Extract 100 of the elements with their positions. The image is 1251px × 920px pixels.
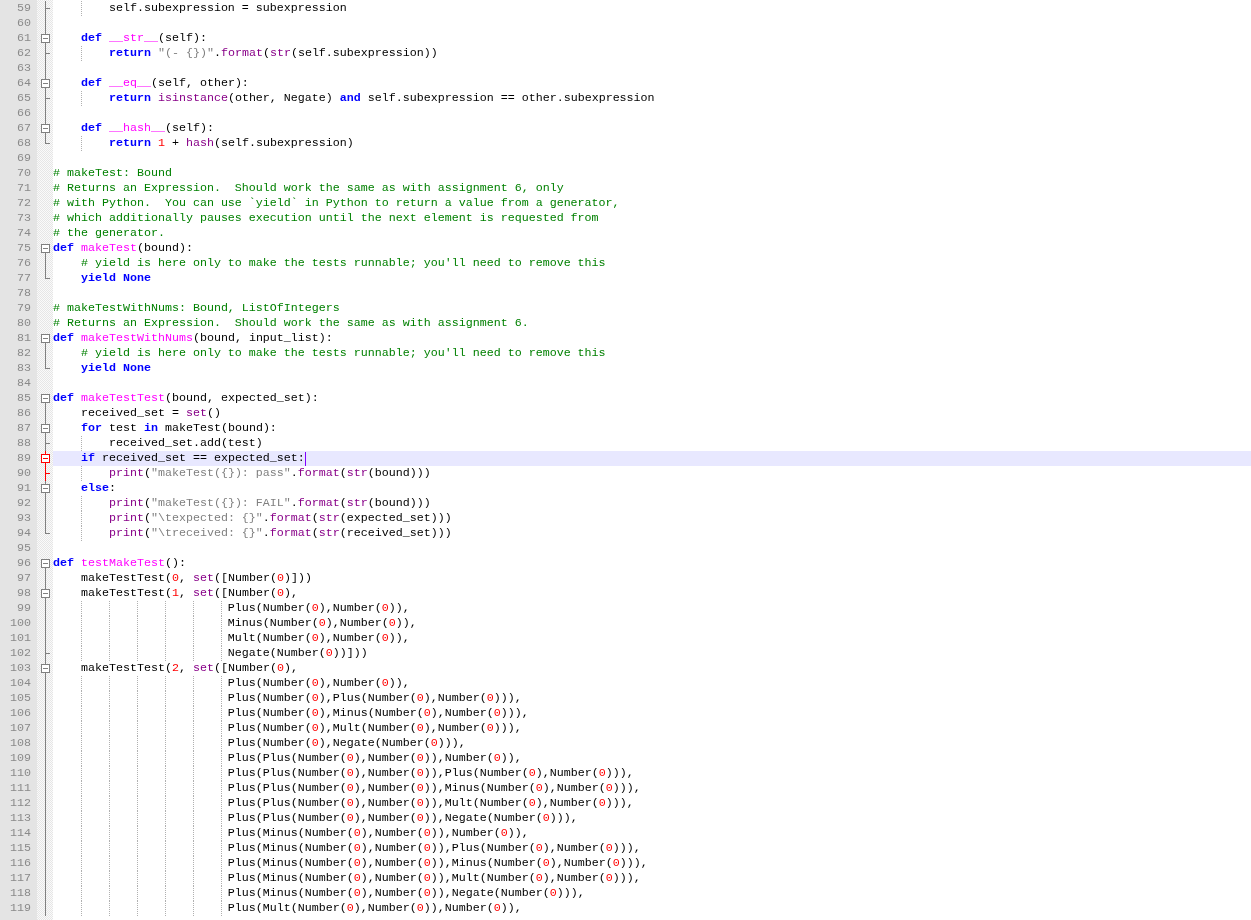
code-line: def __eq__(self, other):: [79, 76, 249, 91]
line-number: 105: [9, 691, 32, 706]
code-line: return isinstance(other, Negate) and self.subexpression == other.subexpression: [107, 91, 655, 106]
line-number: 101: [9, 631, 32, 646]
line-number: 102: [9, 646, 32, 661]
line-number: 98: [16, 586, 32, 601]
code-line: Plus(Number(0),Negate(Number(0))),: [226, 736, 466, 751]
code-line: self.subexpression = subexpression: [107, 1, 347, 16]
line-number: 116: [9, 856, 32, 871]
line-number: 77: [16, 271, 32, 286]
line-number: 83: [16, 361, 32, 376]
line-number: 104: [9, 676, 32, 691]
code-line: # Returns an Expression. Should work the same as with assignment 6.: [53, 316, 529, 331]
code-line: return "(- {})".format(str(self.subexpression)): [107, 46, 438, 61]
line-number: 68: [16, 136, 32, 151]
code-line: Plus(Minus(Number(0),Number(0)),Negate(Number(0))),: [226, 886, 585, 901]
code-line: yield None: [79, 361, 151, 376]
line-number: 114: [9, 826, 32, 841]
line-number: 97: [16, 571, 32, 586]
line-number: 81: [16, 331, 32, 346]
code-line: makeTestTest(0, set([Number(0)])): [79, 571, 312, 586]
line-number: 96: [16, 556, 32, 571]
code-line: makeTestTest(1, set([Number(0),: [79, 586, 298, 601]
line-number: 86: [16, 406, 32, 421]
line-number: 84: [16, 376, 32, 391]
fold-toggle-icon[interactable]: [41, 421, 50, 436]
line-number: 72: [16, 196, 32, 211]
line-number: 118: [9, 886, 32, 901]
fold-toggle-icon[interactable]: [41, 31, 50, 46]
line-number: 62: [16, 46, 32, 61]
fold-toggle-icon[interactable]: [41, 331, 50, 346]
line-number: 95: [16, 541, 32, 556]
code-line: Minus(Number(0),Number(0)),: [226, 616, 417, 631]
line-number: 113: [9, 811, 32, 826]
code-line: Plus(Plus(Number(0),Number(0)),Mult(Number(0),Number(0))),: [226, 796, 634, 811]
code-line: Plus(Minus(Number(0),Number(0)),Number(0)),: [226, 826, 529, 841]
line-number: 76: [16, 256, 32, 271]
line-number: 59: [16, 1, 32, 16]
line-number: 61: [16, 31, 32, 46]
line-number: 75: [16, 241, 32, 256]
line-number: 103: [9, 661, 32, 676]
code-line: Plus(Minus(Number(0),Number(0)),Mult(Number(0),Number(0))),: [226, 871, 641, 886]
code-line: Plus(Number(0),Minus(Number(0),Number(0))),: [226, 706, 529, 721]
line-number: 94: [16, 526, 32, 541]
line-number: 63: [16, 61, 32, 76]
line-number: 65: [16, 91, 32, 106]
line-number: 109: [9, 751, 32, 766]
line-number: 74: [16, 226, 32, 241]
code-line: print("makeTest({}): pass".format(str(bound))): [107, 466, 431, 481]
code-line: print("\texpected: {}".format(str(expected_set))): [107, 511, 452, 526]
line-number: 64: [16, 76, 32, 91]
line-number: 71: [16, 181, 32, 196]
fold-toggle-icon[interactable]: [41, 391, 50, 406]
fold-toggle-icon[interactable]: [41, 661, 50, 676]
code-line: # Returns an Expression. Should work the same as with assignment 6, only: [53, 181, 564, 196]
code-line: # yield is here only to make the tests runnable; you'll need to remove this: [79, 256, 606, 271]
code-line: Plus(Minus(Number(0),Number(0)),Minus(Number(0),Number(0))),: [226, 856, 648, 871]
code-line: received_set = set(): [79, 406, 221, 421]
line-number: 107: [9, 721, 32, 736]
code-line: def __hash__(self):: [79, 121, 214, 136]
line-number: 88: [16, 436, 32, 451]
line-number: 78: [16, 286, 32, 301]
code-line: Plus(Number(0),Mult(Number(0),Number(0))),: [226, 721, 522, 736]
fold-toggle-icon[interactable]: [41, 481, 50, 496]
code-line: return 1 + hash(self.subexpression): [107, 136, 354, 151]
line-number: 73: [16, 211, 32, 226]
line-number: 85: [16, 391, 32, 406]
code-line: def makeTestWithNums(bound, input_list):: [53, 331, 333, 346]
line-number: 108: [9, 736, 32, 751]
code-line: Negate(Number(0))])): [226, 646, 368, 661]
code-line: Plus(Plus(Number(0),Number(0)),Plus(Number(0),Number(0))),: [226, 766, 634, 781]
line-number: 87: [16, 421, 32, 436]
fold-toggle-icon[interactable]: [41, 241, 50, 256]
line-number: 67: [16, 121, 32, 136]
fold-toggle-icon[interactable]: [41, 586, 50, 601]
fold-toggle-icon[interactable]: [41, 121, 50, 136]
line-number: 100: [9, 616, 32, 631]
code-line: # with Python. You can use `yield` in Python to return a value from a generator,: [53, 196, 620, 211]
line-number: 91: [16, 481, 32, 496]
code-line: # yield is here only to make the tests runnable; you'll need to remove this: [79, 346, 606, 361]
code-line: Plus(Number(0),Number(0)),: [226, 676, 410, 691]
line-number: 119: [9, 901, 32, 916]
fold-toggle-icon[interactable]: [41, 451, 50, 466]
line-number: 111: [9, 781, 32, 796]
line-number: 106: [9, 706, 32, 721]
code-line: print("makeTest({}): FAIL".format(str(bound))): [107, 496, 431, 511]
code-line: # makeTestWithNums: Bound, ListOfIntegers: [53, 301, 340, 316]
code-line: Plus(Plus(Number(0),Number(0)),Negate(Number(0))),: [226, 811, 578, 826]
code-line: for test in makeTest(bound):: [79, 421, 277, 436]
code-line: if received_set == expected_set:: [79, 451, 305, 466]
code-line: Plus(Minus(Number(0),Number(0)),Plus(Number(0),Number(0))),: [226, 841, 641, 856]
code-line: makeTestTest(2, set([Number(0),: [79, 661, 298, 676]
fold-toggle-icon[interactable]: [41, 76, 50, 91]
line-number: 93: [16, 511, 32, 526]
text-cursor: [304, 451, 306, 466]
line-number: 99: [16, 601, 32, 616]
fold-toggle-icon[interactable]: [41, 556, 50, 571]
code-line: yield None: [79, 271, 151, 286]
line-number: 80: [16, 316, 32, 331]
code-line: def testMakeTest():: [53, 556, 186, 571]
